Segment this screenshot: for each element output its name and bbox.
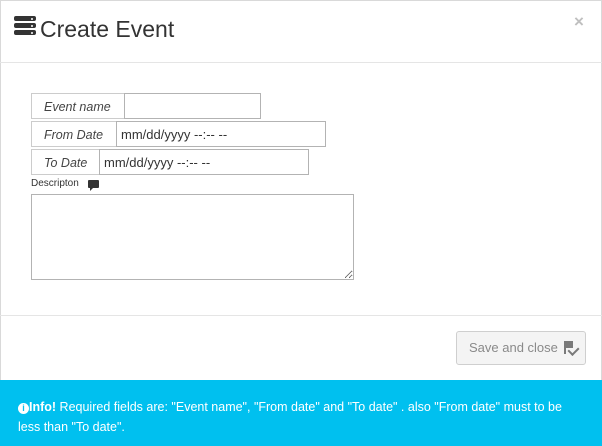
save-and-close-button[interactable]: Save and close (456, 331, 586, 365)
description-label: Descripton (31, 178, 79, 189)
to-date-input[interactable] (99, 149, 309, 175)
event-name-label: Event name (31, 93, 125, 119)
from-date-input[interactable] (116, 121, 326, 147)
alert-prefix: Info! (29, 400, 57, 414)
event-name-input[interactable] (124, 93, 261, 119)
footer-divider (0, 315, 602, 316)
close-button[interactable]: × (574, 12, 584, 32)
flag-check-icon (563, 341, 580, 357)
info-circle-icon: i (18, 403, 29, 414)
alert-message: Required fields are: "Event name", "From… (18, 400, 562, 434)
to-date-label: To Date (31, 149, 100, 175)
modal-header: Create Event × (0, 0, 602, 63)
modal-title: Create Event (40, 16, 175, 42)
from-date-label: From Date (31, 121, 117, 147)
server-icon (14, 16, 38, 36)
description-textarea[interactable] (31, 194, 354, 280)
save-button-label: Save and close (469, 340, 558, 355)
info-alert: i Info! Required fields are: "Event name"… (0, 380, 602, 446)
comment-icon (88, 180, 99, 191)
